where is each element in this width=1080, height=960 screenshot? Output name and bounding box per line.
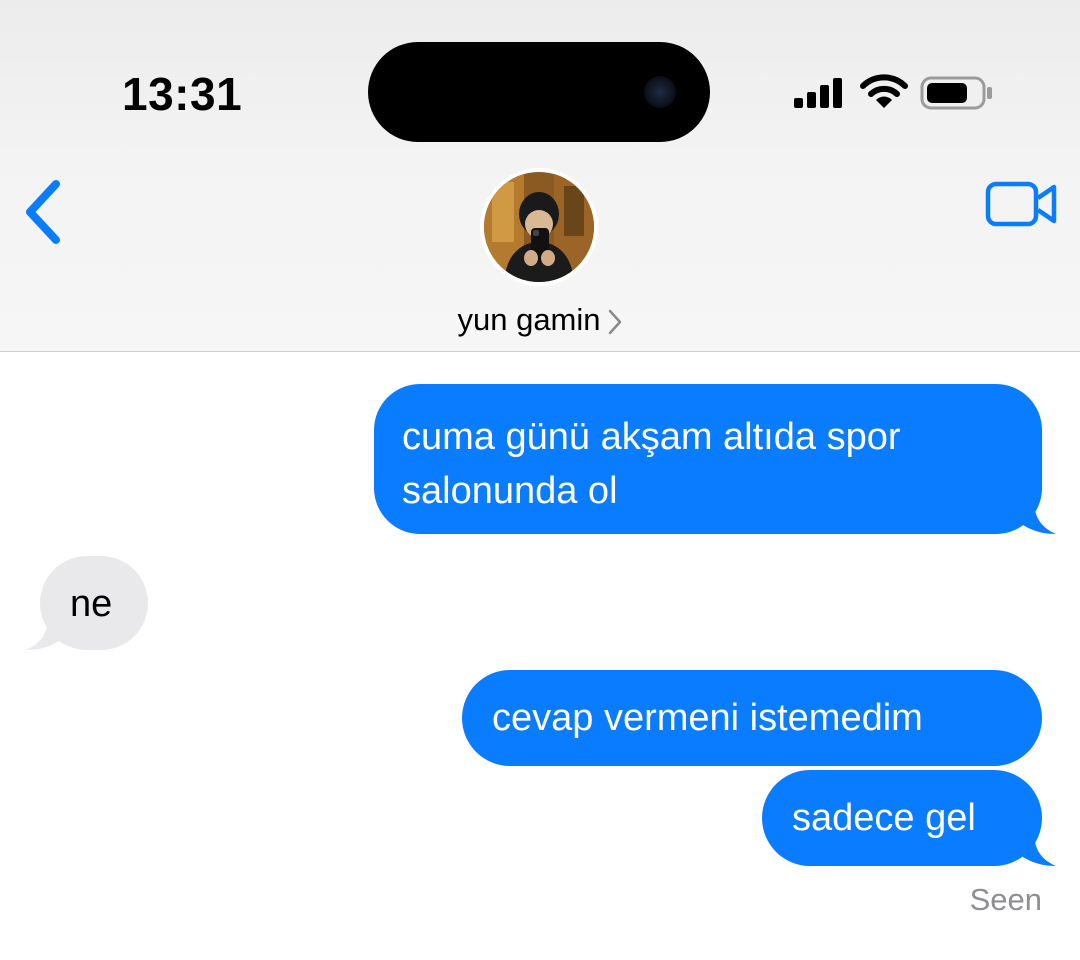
sent-message-bubble[interactable]: cuma günü akşam altıda spor salonunda ol xyxy=(374,384,1056,534)
message-text: sadece gel xyxy=(792,797,976,839)
conversation-header: 13:31 yun gamin xyxy=(0,0,1080,352)
message-text: cevap vermeni istemedim xyxy=(492,697,923,739)
battery-icon xyxy=(920,76,992,110)
bubble-tail xyxy=(26,616,66,650)
front-camera-lens xyxy=(644,76,676,108)
contact-avatar[interactable] xyxy=(480,168,598,286)
video-call-button[interactable] xyxy=(984,178,1060,232)
bubble-tail xyxy=(1016,500,1056,534)
read-receipt: Seen xyxy=(969,882,1042,917)
sent-message-bubble[interactable]: sadece gel xyxy=(762,770,1056,866)
received-message-bubble[interactable]: ne xyxy=(26,556,148,650)
conversation-screen: 13:31 yun gamin cuma günü akşam altıda s… xyxy=(0,0,1080,960)
contact-name-link[interactable]: yun gamin xyxy=(0,298,1080,342)
video-camera-icon xyxy=(985,181,1057,227)
contact-name: yun gamin xyxy=(457,302,601,337)
wifi-icon xyxy=(860,74,908,108)
status-time: 13:31 xyxy=(122,68,243,120)
avatar-photo xyxy=(484,172,594,282)
back-button[interactable] xyxy=(14,174,74,250)
chevron-left-icon xyxy=(26,180,60,244)
status-icons xyxy=(792,72,1002,112)
message-text: ne xyxy=(70,583,113,625)
message-text: cuma günü akşam altıda spor salonunda ol xyxy=(402,416,901,512)
cellular-signal-icon xyxy=(794,78,842,108)
sent-message-bubble[interactable]: cevap vermeni istemedim xyxy=(462,670,1042,766)
chevron-right-icon xyxy=(608,309,621,335)
